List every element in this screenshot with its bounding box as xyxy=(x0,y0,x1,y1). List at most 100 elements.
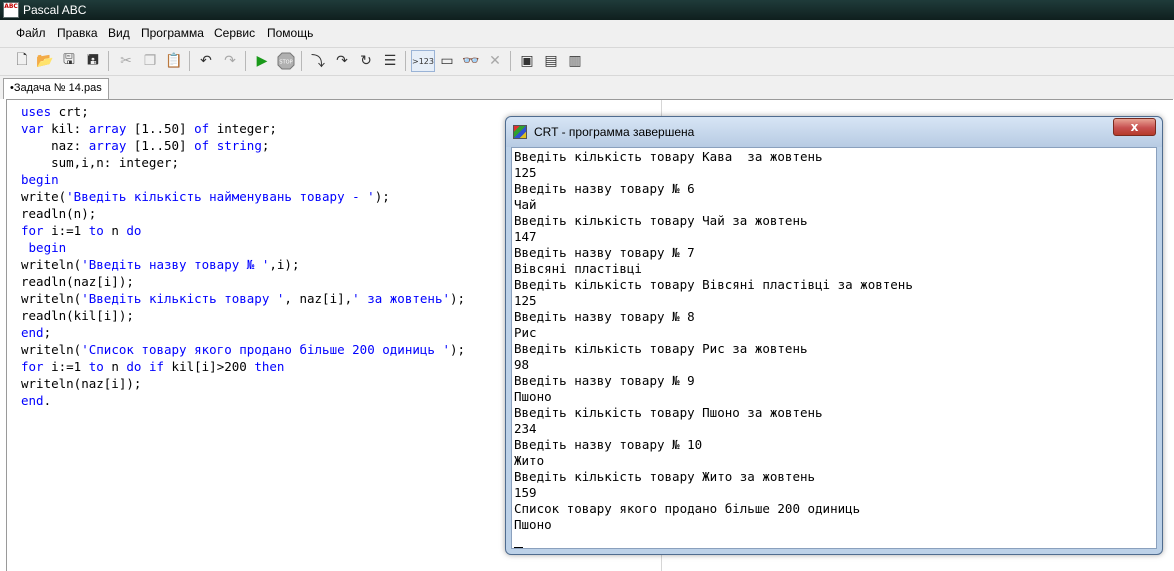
console-line: 234 xyxy=(514,421,537,436)
menu-help[interactable]: Помощь xyxy=(267,26,313,40)
console-line: 159 xyxy=(514,485,537,500)
code-token: readln(naz[i]); xyxy=(21,274,134,289)
tab-zadacha-14[interactable]: •Задача № 14.pas xyxy=(3,78,109,99)
code-line: for i:=1 to n do xyxy=(21,222,465,239)
code-line: for i:=1 to n do if kil[i]>200 then xyxy=(21,358,465,375)
crt-close-button[interactable]: x xyxy=(1113,118,1156,136)
watch-icon[interactable]: 👓 xyxy=(460,50,482,72)
tool-c-icon[interactable]: ▥ xyxy=(564,50,586,72)
open-folder-icon[interactable]: 📂 xyxy=(34,50,56,72)
code-keyword: var xyxy=(21,121,44,136)
copy-icon[interactable]: ❐ xyxy=(139,50,161,72)
code-token: [1..50] xyxy=(126,121,195,136)
stop-icon[interactable]: STOP xyxy=(275,50,297,72)
code-line: uses crt; xyxy=(21,103,465,120)
crt-console[interactable]: Введіть кількість товару Кава за жовтень… xyxy=(511,147,1157,549)
close-x-icon[interactable]: ✕ xyxy=(484,50,506,72)
step-over-icon[interactable]: ↷ xyxy=(331,50,353,72)
run-icon[interactable]: ▶ xyxy=(251,50,273,72)
code-keyword: to xyxy=(88,223,104,238)
new-file-icon[interactable]: 🗋 xyxy=(11,50,33,72)
code-token: readln(kil[i]); xyxy=(21,308,134,323)
console-cursor-line xyxy=(514,533,913,548)
code-line: begin xyxy=(21,239,465,256)
toolbar: 🗋 📂 🖫 🖪 ✂ ❐ 📋 ↶ ↷ ▶ STOP ⤵ ↷ ↻ ☰ >123 ▭ … xyxy=(0,48,1174,76)
code-token: readln(n); xyxy=(21,206,97,221)
console-line: 125 xyxy=(514,293,537,308)
code-line: naz: array [1..50] of string; xyxy=(21,137,465,154)
save-all-icon[interactable]: 🖪 xyxy=(82,50,104,72)
code-keyword: do xyxy=(126,359,142,374)
console-line: Введіть кількість товару Жито за жовтень xyxy=(514,469,816,484)
code-keyword: do xyxy=(126,223,142,238)
output-window-label: >123 xyxy=(412,56,434,66)
step-into-icon[interactable]: ⤵ xyxy=(307,50,329,72)
code-token: ); xyxy=(450,291,466,306)
code-keyword: array xyxy=(88,121,127,136)
code-line: writeln('Введіть назву товару № ',i); xyxy=(21,256,465,273)
code-token: integer; xyxy=(209,121,277,136)
paste-icon[interactable]: 📋 xyxy=(163,50,185,72)
undo-icon[interactable]: ↶ xyxy=(195,50,217,72)
console-line: Пшоно xyxy=(514,517,552,532)
toolbar-separator xyxy=(245,51,246,71)
breakpoint-icon[interactable]: ☰ xyxy=(379,50,401,72)
save-icon[interactable]: 🖫 xyxy=(58,50,80,72)
console-line: Введіть кількість товару Чай за жовтень xyxy=(514,213,808,228)
code-token: i:=1 xyxy=(43,359,89,374)
tool-b-icon[interactable]: ▤ xyxy=(540,50,562,72)
code-line: write('Введіть кількість найменувань тов… xyxy=(21,188,465,205)
code-line: writeln('Список товару якого продано біл… xyxy=(21,341,465,358)
console-line: Пшоно xyxy=(514,389,552,404)
tab-strip: •Задача № 14.pas xyxy=(0,76,1174,99)
console-line: Список товару якого продано більше 200 о… xyxy=(514,501,861,516)
console-line: Введіть кількість товару Кава за жовтень xyxy=(514,149,823,164)
console-cursor xyxy=(514,547,523,548)
code-token: ; xyxy=(261,138,270,153)
code-token: ); xyxy=(449,342,466,357)
crt-window: CRT - программа завершена x Введіть кіль… xyxy=(505,116,1163,555)
console-line: Введіть назву товару № 7 xyxy=(514,245,695,260)
code-keyword: end xyxy=(21,325,44,340)
code-token: , naz[i], xyxy=(284,291,353,306)
code-keyword: for xyxy=(21,223,44,238)
console-line: Введіть кількість товару Вівсяні пластів… xyxy=(514,277,913,292)
code-line: end. xyxy=(21,392,465,409)
console-line: Введіть кількість товару Рис за жовтень xyxy=(514,341,808,356)
code-string: 'Список товару якого продано більше 200 … xyxy=(81,342,450,357)
menu-view[interactable]: Вид xyxy=(108,26,130,40)
redo-icon[interactable]: ↷ xyxy=(219,50,241,72)
console-window-icon[interactable]: ▭ xyxy=(436,50,458,72)
code-token: crt; xyxy=(51,104,89,119)
menu-file[interactable]: Файл xyxy=(16,26,46,40)
code-keyword: string xyxy=(216,138,262,153)
tool-a-icon[interactable]: ▣ xyxy=(516,50,538,72)
console-line: Введіть назву товару № 9 xyxy=(514,373,695,388)
code-string: ' за жовтень' xyxy=(352,291,450,306)
console-output: Введіть кількість товару Кава за жовтень… xyxy=(514,149,913,548)
output-window-icon[interactable]: >123 xyxy=(411,50,435,72)
pascal-abc-app-icon: ABC xyxy=(3,2,19,18)
code-string: 'Введіть кількість найменувань товару - … xyxy=(66,189,375,204)
console-line: 147 xyxy=(514,229,537,244)
code-line: begin xyxy=(21,171,465,188)
menu-edit[interactable]: Правка xyxy=(57,26,98,40)
code-token: writeln( xyxy=(21,342,82,357)
cut-icon[interactable]: ✂ xyxy=(115,50,137,72)
menu-program[interactable]: Программа xyxy=(141,26,204,40)
code-token: . xyxy=(43,393,52,408)
code-keyword: if xyxy=(148,359,165,374)
code-keyword: uses xyxy=(21,104,52,119)
crt-title: CRT - программа завершена xyxy=(534,125,695,139)
code-token: ,i); xyxy=(269,257,300,272)
code-keyword: for xyxy=(21,359,44,374)
console-line: Вівсяні пластівці xyxy=(514,261,642,276)
code-keyword: array xyxy=(88,138,127,153)
code-token: writeln( xyxy=(21,291,82,306)
code-string: 'Введіть назву товару № ' xyxy=(81,257,270,272)
code-token: [1..50] xyxy=(126,138,195,153)
step-out-icon[interactable]: ↻ xyxy=(355,50,377,72)
code-line: writeln('Введіть кількість товару ', naz… xyxy=(21,290,465,307)
crt-titlebar: CRT - программа завершена x xyxy=(506,117,1162,147)
menu-service[interactable]: Сервис xyxy=(214,26,255,40)
